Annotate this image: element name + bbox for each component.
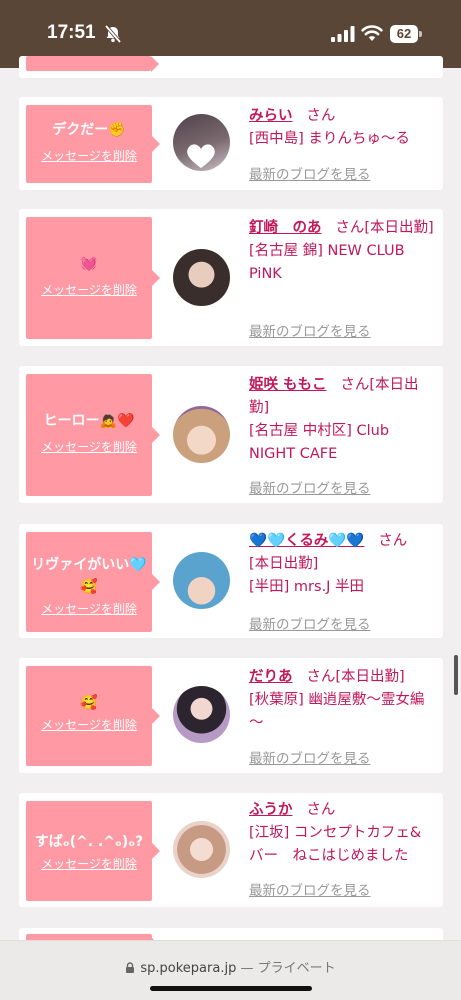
- honorific: さん: [306, 108, 336, 124]
- message-card-partial: [19, 55, 443, 78]
- avatar-heart-sticker: [187, 144, 215, 168]
- lock-icon: [126, 962, 135, 973]
- girl-name-link[interactable]: ふうか: [249, 802, 293, 818]
- delete-message-link[interactable]: メッセージを削除: [26, 600, 152, 617]
- message-text: 💓: [80, 256, 98, 272]
- address-text[interactable]: sp.pokepara.jp — プライベート: [0, 957, 461, 976]
- message-text: デクだー✊: [52, 122, 126, 138]
- girl-info: ふうか さん [江坂] コンセプトカフェ&バー ねこはじめました: [249, 799, 435, 868]
- message-card: すばₒ(^. .^ₒ)ₒ? メッセージを削除 ふうか さん [江坂] コンセプト…: [19, 793, 443, 907]
- message-card: 🥰 メッセージを削除 だりあ さん[本日出勤] [秋葉原] 幽逍屋敷～霊女編～ …: [19, 658, 443, 773]
- shop-name: [西中島] まりんちゅ～る: [249, 131, 410, 147]
- avatar[interactable]: [173, 821, 230, 878]
- delete-message-link[interactable]: メッセージを削除: [26, 716, 152, 733]
- honorific: さん[本日出勤]: [335, 220, 434, 236]
- message-text: ヒーロー🙇❤️: [43, 413, 135, 429]
- private-mode-label: — プライベート: [240, 961, 336, 976]
- delete-message-link[interactable]: メッセージを削除: [26, 438, 152, 455]
- girl-name-link[interactable]: 💙🩵くるみ🩵💙: [249, 533, 364, 549]
- message-text: 🥰: [80, 695, 98, 711]
- message-card: デクだー✊ メッセージを削除 みらい さん [西中島] まりんちゅ～る 最新のブ…: [19, 97, 443, 190]
- avatar[interactable]: [173, 406, 230, 463]
- message-card: ヒーロー🙇❤️ メッセージを削除 姫咲 ももこ さん[本日出勤] [名古屋 中村…: [19, 366, 443, 503]
- message-card: 💓 メッセージを削除 釘崎 のあ さん[本日出勤] [名古屋 錦] NEW CL…: [19, 209, 443, 346]
- latest-blog-link[interactable]: 最新のブログを見る: [249, 163, 371, 183]
- honorific: さん: [306, 802, 336, 818]
- bell-muted-icon: [104, 24, 122, 44]
- url-domain: sp.pokepara.jp: [140, 961, 237, 976]
- girl-info: 姫咲 ももこ さん[本日出勤] [名古屋 中村区] Club NIGHT CAF…: [249, 374, 435, 466]
- honorific: さん[本日出勤]: [306, 669, 405, 685]
- message-bubble: リヴァイがいい🩵🥰 メッセージを削除: [26, 532, 160, 632]
- girl-info: だりあ さん[本日出勤] [秋葉原] 幽逍屋敷～霊女編～: [249, 666, 435, 735]
- avatar[interactable]: [173, 249, 230, 306]
- honorific: さん: [378, 533, 408, 549]
- shop-name: [半田] mrs.J 半田: [249, 579, 365, 595]
- battery-level: 62: [390, 25, 418, 43]
- avatar[interactable]: [173, 686, 230, 743]
- message-card: リヴァイがいい🩵🥰 メッセージを削除 💙🩵くるみ🩵💙 さん [本日出勤] [半田…: [19, 524, 443, 638]
- latest-blog-link[interactable]: 最新のブログを見る: [249, 477, 371, 497]
- message-bubble: すばₒ(^. .^ₒ)ₒ? メッセージを削除: [26, 801, 160, 901]
- wifi-icon: [361, 25, 383, 41]
- girl-info: 💙🩵くるみ🩵💙 さん [本日出勤] [半田] mrs.J 半田: [249, 530, 435, 599]
- status-time: 17:51: [47, 22, 96, 43]
- girl-name-link[interactable]: だりあ: [249, 669, 293, 685]
- message-bubble: ヒーロー🙇❤️ メッセージを削除: [26, 374, 160, 496]
- girl-name-link[interactable]: 釘崎 のあ: [249, 220, 322, 236]
- girl-name-link[interactable]: みらい: [249, 108, 293, 124]
- shop-name: [名古屋 中村区] Club NIGHT CAFE: [249, 423, 390, 462]
- message-bubble: デクだー✊ メッセージを削除: [26, 105, 160, 183]
- avatar[interactable]: [173, 552, 230, 609]
- latest-blog-link[interactable]: 最新のブログを見る: [249, 613, 371, 633]
- avatar[interactable]: [173, 114, 230, 171]
- page-scrollbar[interactable]: [454, 655, 458, 695]
- message-text: リヴァイがいい🩵🥰: [31, 557, 147, 595]
- message-text: すばₒ(^. .^ₒ)ₒ?: [34, 834, 144, 850]
- browser-address-bar[interactable]: sp.pokepara.jp — プライベート: [0, 940, 461, 1000]
- shop-name: [秋葉原] 幽逍屋敷～霊女編～: [249, 692, 425, 731]
- shop-name: [江坂] コンセプトカフェ&バー ねこはじめました: [249, 825, 422, 864]
- delete-message-link[interactable]: メッセージを削除: [26, 147, 152, 164]
- message-bubble: [26, 55, 159, 72]
- shop-name: [名古屋 錦] NEW CLUB PiNK: [249, 243, 405, 282]
- delete-message-link[interactable]: メッセージを削除: [26, 855, 152, 872]
- battery-icon: 62: [390, 25, 422, 43]
- latest-blog-link[interactable]: 最新のブログを見る: [249, 320, 371, 340]
- cellular-signal-icon: [331, 26, 355, 42]
- delete-message-link[interactable]: メッセージを削除: [26, 281, 152, 298]
- latest-blog-link[interactable]: 最新のブログを見る: [249, 747, 371, 767]
- home-indicator[interactable]: [150, 986, 312, 991]
- girl-info: みらい さん [西中島] まりんちゅ～る: [249, 105, 435, 151]
- girl-info: 釘崎 のあ さん[本日出勤] [名古屋 錦] NEW CLUB PiNK: [249, 217, 435, 286]
- girl-name-link[interactable]: 姫咲 ももこ: [249, 377, 327, 393]
- message-bubble: 🥰 メッセージを削除: [26, 666, 160, 766]
- latest-blog-link[interactable]: 最新のブログを見る: [249, 879, 371, 899]
- message-bubble: 💓 メッセージを削除: [26, 217, 160, 339]
- work-status: [本日出勤]: [249, 556, 319, 572]
